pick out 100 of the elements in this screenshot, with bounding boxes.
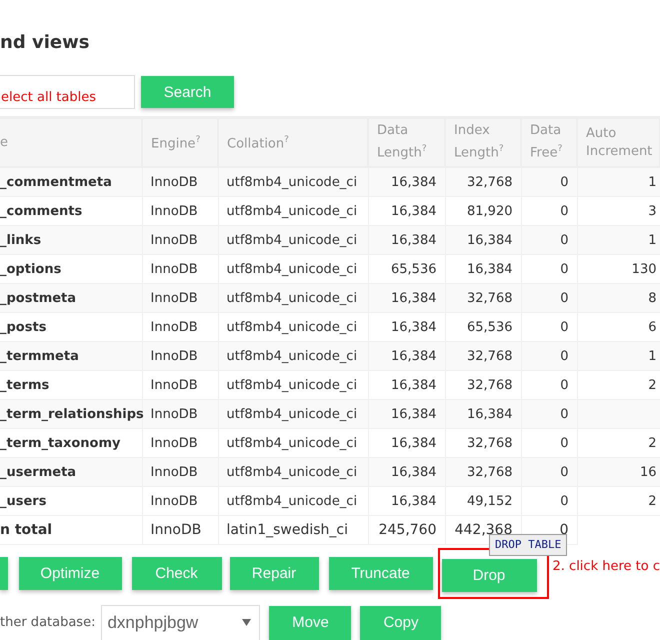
table-cell: 16,384 [368,486,445,516]
column-header[interactable]: e [0,118,142,167]
table-cell: InnoDB [142,400,218,428]
table-cell: utf8mb4_unicode_ci [218,370,368,400]
action-button[interactable]: Repair [230,557,319,590]
table-cell: 16,384 [445,226,521,254]
table-cell: utf8mb4_unicode_ci [218,167,368,196]
table-cell: 0 [521,342,577,370]
action-button[interactable]: Move [269,606,352,640]
action-button[interactable] [0,557,8,590]
table-cell: 2 [577,370,660,400]
table-name[interactable]: _commentmeta [0,167,142,196]
search-button[interactable]: Search [141,76,234,108]
table-cell: 16,384 [368,400,445,428]
tooltip: DROP TABLE [489,534,568,556]
table-cell: 16,384 [445,400,521,428]
table-name[interactable]: _termmeta [0,342,142,370]
action-button[interactable]: Optimize [18,557,122,590]
table-cell: utf8mb4_unicode_ci [218,196,368,226]
table-cell: 16,384 [368,370,445,400]
table-cell: InnoDB [142,254,218,284]
table-cell: InnoDB [142,428,218,458]
table-name[interactable]: _options [0,254,142,284]
page-title: nd views [0,31,90,55]
action-button[interactable]: Copy [360,606,442,640]
column-header[interactable]: Auto Increment [577,118,660,167]
column-header[interactable]: Collation$^{?}$ [218,118,368,167]
table-cell: 0 [521,400,577,428]
column-header[interactable]: Data Length$^{?}$ [368,118,445,167]
table-cell: 0 [521,167,577,196]
table-cell: 0 [521,370,577,400]
table-cell: 32,768 [445,167,521,196]
table-cell: 2 [577,428,660,458]
database-select[interactable]: dxnphpjbgw [101,604,260,640]
table-cell: 0 [521,312,577,342]
table-cell: 16,384 [368,196,445,226]
total-label: n total [0,516,142,544]
table-cell: 65,536 [368,254,445,284]
table-cell: utf8mb4_unicode_ci [218,226,368,254]
table-cell: InnoDB [142,486,218,516]
field-label: ther database: [0,615,96,630]
table-cell: 16,384 [368,226,445,254]
table-name[interactable]: _links [0,226,142,254]
table-cell: 16,384 [368,458,445,486]
table-cell: 2 [577,486,660,516]
table-name[interactable]: _postmeta [0,284,142,312]
table-cell: 6 [577,312,660,342]
column-header[interactable]: Engine$^{?}$ [142,118,218,167]
table-cell: 16,384 [368,284,445,312]
table-name[interactable]: _term_taxonomy [0,428,142,458]
table-cell: InnoDB [142,342,218,370]
table-name[interactable]: _comments [0,196,142,226]
table-cell: utf8mb4_unicode_ci [218,486,368,516]
table-cell: InnoDB [142,196,218,226]
table-cell: 1 [577,167,660,196]
table-cell: 1 [577,342,660,370]
table-cell: utf8mb4_unicode_ci [218,458,368,486]
table-cell: 32,768 [445,284,521,312]
table-name[interactable]: _term_relationships [0,400,142,428]
table-cell: InnoDB [142,458,218,486]
action-button[interactable]: Check [132,557,222,590]
table-cell: InnoDB [142,167,218,196]
search-field[interactable]: elect all tables [0,75,135,109]
column-header[interactable]: Data Free$^{?}$ [521,118,577,167]
table-cell: utf8mb4_unicode_ci [218,284,368,312]
total-cell: 245,760 [368,516,445,544]
table-name[interactable]: _posts [0,312,142,342]
column-header[interactable]: Index Length$^{?}$ [445,118,521,167]
table-cell: utf8mb4_unicode_ci [218,312,368,342]
table-cell: InnoDB [142,226,218,254]
action-button[interactable]: Truncate [328,557,433,590]
table-cell: 0 [521,458,577,486]
action-button[interactable]: Drop [442,559,537,592]
table-cell: 130 [577,254,660,284]
table-cell: InnoDB [142,284,218,312]
table-cell: 32,768 [445,342,521,370]
table-cell: 0 [521,196,577,226]
table-name[interactable]: _usermeta [0,458,142,486]
table-name[interactable]: _users [0,486,142,516]
total-cell: latin1_swedish_ci [218,516,368,544]
table-cell: 32,768 [445,428,521,458]
table-cell: 32,768 [445,370,521,400]
table-cell: 16,384 [368,342,445,370]
table-cell: utf8mb4_unicode_ci [218,428,368,458]
table-cell: 0 [521,486,577,516]
caret-icon [242,619,252,626]
table-cell: 8 [577,284,660,312]
table-cell: 81,920 [445,196,521,226]
total-cell: InnoDB [142,516,218,544]
table-cell: 0 [521,284,577,312]
table-cell: 3 [577,196,660,226]
table-name[interactable]: _terms [0,370,142,400]
table-cell: utf8mb4_unicode_ci [218,342,368,370]
table-cell: 49,152 [445,486,521,516]
table-cell: 16,384 [368,428,445,458]
table-cell: 65,536 [445,312,521,342]
table-cell: InnoDB [142,312,218,342]
table-cell: InnoDB [142,370,218,400]
table-cell: utf8mb4_unicode_ci [218,254,368,284]
table-cell: 16,384 [368,167,445,196]
